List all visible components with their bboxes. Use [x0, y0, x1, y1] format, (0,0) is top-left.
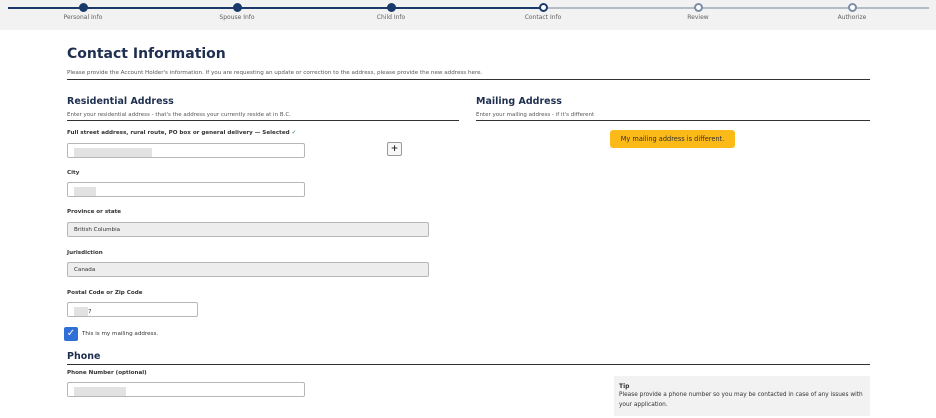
check-icon: ✓	[291, 130, 297, 136]
residential-heading: Residential Address	[67, 96, 174, 107]
phone-divider	[67, 364, 870, 365]
step-label: Contact Info	[524, 14, 562, 21]
progress-stepper: Personal Info Spouse Info Child Info Con…	[0, 0, 936, 30]
same-as-mailing-label: This is my mailing address.	[82, 331, 159, 337]
step-contact-info[interactable]: Contact Info	[483, 3, 603, 21]
tip-text-line: your application.	[619, 402, 668, 408]
title-divider	[67, 79, 870, 80]
jurisdiction-label: Jurisdiction	[67, 250, 103, 256]
mailing-divider	[476, 120, 870, 121]
province-field: British Columbia	[67, 222, 429, 237]
step-dot	[693, 3, 703, 12]
step-spouse-info[interactable]: Spouse Info	[177, 3, 297, 21]
redacted-text	[74, 307, 88, 316]
step-review[interactable]: Review	[638, 3, 758, 21]
redacted-text	[74, 387, 126, 396]
step-label: Review	[687, 14, 709, 21]
residential-subtext: Enter your residential address - that's …	[67, 112, 291, 118]
mailing-subtext: Enter your mailing address - if it's dif…	[476, 112, 595, 118]
add-address-line-button[interactable]: +	[387, 142, 402, 156]
step-label: Authorize	[837, 14, 867, 21]
step-dot	[847, 3, 857, 12]
phone-label: Phone Number (optional)	[67, 370, 147, 376]
step-dot	[232, 3, 242, 12]
tip-title: Tip	[619, 383, 630, 390]
step-child-info[interactable]: Child Info	[331, 3, 451, 21]
page-intro: Please provide the Account Holder's info…	[67, 70, 483, 76]
step-dot-current	[538, 3, 548, 12]
step-authorize[interactable]: Authorize	[792, 3, 912, 21]
residential-divider	[67, 120, 459, 121]
step-personal-info[interactable]: Personal Info	[23, 3, 143, 21]
redacted-text	[74, 148, 152, 157]
tip-box: Tip Please provide a phone number so you…	[614, 376, 870, 416]
step-label: Personal Info	[63, 14, 103, 21]
mailing-different-button[interactable]: My mailing address is different.	[610, 130, 735, 148]
phone-input[interactable]	[67, 382, 305, 397]
province-label: Province or state	[67, 209, 122, 215]
phone-heading: Phone	[67, 351, 101, 362]
same-as-mailing-checkbox[interactable]: ✓	[64, 327, 78, 341]
postal-code-label: Postal Code or Zip Code	[67, 290, 143, 296]
page-title: Contact Information	[67, 46, 226, 62]
city-label: City	[67, 170, 80, 176]
redacted-text	[74, 187, 96, 196]
step-dot	[386, 3, 396, 12]
tip-text-line: Please provide a phone number so you may…	[619, 392, 863, 398]
postal-code-input[interactable]: 7	[67, 302, 198, 317]
step-label: Spouse Info	[219, 14, 255, 21]
step-label: Child Info	[376, 14, 406, 21]
street-address-label-text: Full street address, rural route, PO box…	[67, 130, 290, 136]
step-dot	[78, 3, 88, 12]
street-address-label: Full street address, rural route, PO box…	[67, 130, 296, 136]
jurisdiction-field: Canada	[67, 262, 429, 277]
street-address-input[interactable]	[67, 143, 305, 158]
city-input[interactable]	[67, 182, 305, 197]
mailing-heading: Mailing Address	[476, 96, 562, 107]
postal-code-visible: 7	[88, 309, 92, 315]
